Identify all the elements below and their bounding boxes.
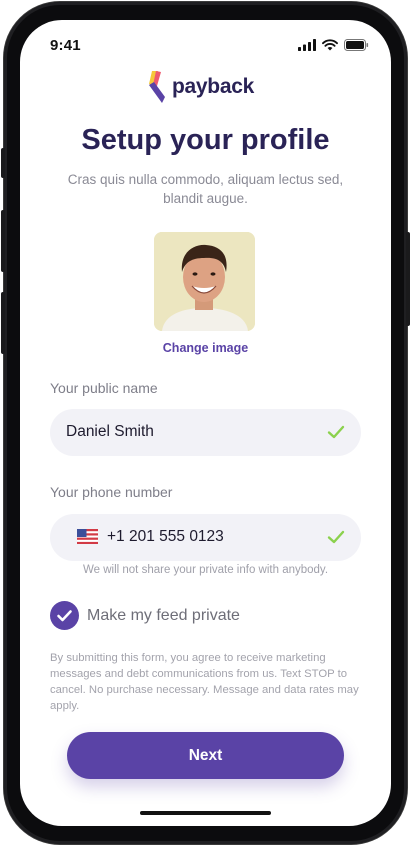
legal-disclaimer: By submitting this form, you agree to re… [50,652,359,712]
payback-logo-icon [149,71,165,103]
page-title: Setup your profile [81,124,330,156]
status-time: 9:41 [50,37,81,54]
volume-up-button [1,210,5,272]
phone-field[interactable]: +1 201 555 0123 [50,514,361,561]
app-screen: 9:41 payback Setup your profile Cras qui… [20,20,391,826]
status-bar: 9:41 [20,20,391,70]
profile-photo [154,232,255,331]
home-indicator [140,811,271,815]
us-flag-icon[interactable] [77,529,98,544]
battery-icon [344,39,369,51]
phone-privacy-hint: We will not share your private info with… [82,564,329,576]
valid-check-icon [327,425,345,439]
public-name-label: Your public name [50,380,158,396]
brand-logo: payback [148,68,254,106]
status-icons [298,39,369,51]
phone-label: Your phone number [50,484,173,500]
checkmark-icon [57,610,72,622]
profile-avatar[interactable] [154,232,255,331]
power-button [406,232,410,326]
private-feed-label[interactable]: Make my feed private [87,607,240,625]
public-name-field[interactable]: Daniel Smith [50,409,361,456]
change-image-link[interactable]: Change image [20,341,391,355]
brand-name: payback [172,75,254,98]
next-button[interactable]: Next [67,732,344,779]
silent-switch [1,148,5,178]
volume-down-button [1,292,5,354]
public-name-value: Daniel Smith [66,423,154,440]
phone-value: +1 201 555 0123 [107,528,224,545]
valid-check-icon [327,530,345,544]
cellular-signal-icon [298,39,316,51]
wifi-icon [322,39,338,51]
private-feed-checkbox[interactable] [50,601,79,630]
page-subtitle: Cras quis nulla commodo, aliquam lectus … [67,172,344,206]
